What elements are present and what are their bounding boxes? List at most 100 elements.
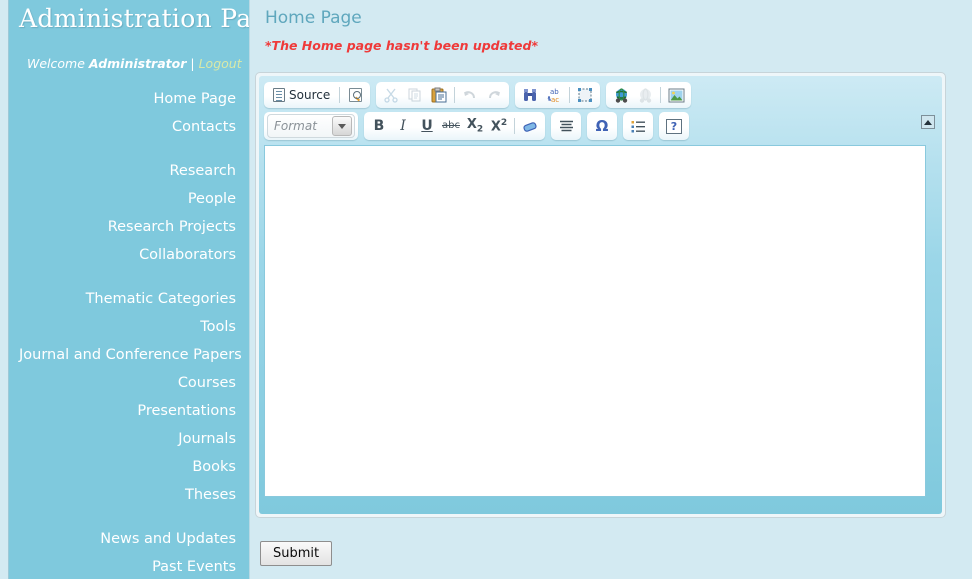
sidebar-item-research-projects[interactable]: Research Projects (19, 213, 238, 241)
undo-arrow-icon (464, 91, 476, 99)
sidebar-item-research[interactable]: Research (19, 157, 238, 185)
format-dropdown[interactable]: Format (267, 114, 355, 138)
replace-button[interactable]: ab ac (543, 84, 565, 106)
redo-arrow-icon (489, 91, 501, 99)
welcome-prefix: Welcome (27, 56, 85, 71)
globe-link-icon (615, 87, 627, 103)
superscript-icon: X2 (491, 117, 508, 133)
sidebar-item-courses[interactable]: Courses (19, 369, 238, 397)
sidebar: Administration Panel Welcome Administrat… (9, 0, 249, 579)
toolbar-divider (660, 87, 662, 103)
sidebar-item-tools[interactable]: Tools (19, 313, 238, 341)
superscript-button[interactable]: X2 (488, 115, 510, 137)
subscript-button[interactable]: X2 (464, 115, 486, 137)
redo-button[interactable] (483, 84, 505, 106)
toolbar-divider (454, 87, 456, 103)
chevron-up-icon (924, 119, 932, 125)
select-all-button[interactable] (574, 84, 596, 106)
toolbar-group-insert (606, 82, 692, 108)
editor-toolbar-row-2: Format B I U abc X2 X2 Ω ? (264, 111, 937, 141)
about-button[interactable]: ? (663, 115, 685, 137)
subscript-icon: X2 (467, 118, 483, 135)
logout-link[interactable]: Logout (199, 56, 242, 71)
sidebar-menu: Home Page Contacts Research People Research … (19, 85, 242, 579)
sidebar-item-journal-and-conference-papers[interactable]: Journal and Conference Papers (19, 341, 242, 369)
select-all-dashed-box-icon (578, 88, 593, 102)
sidebar-item-people[interactable]: People (19, 185, 238, 213)
welcome-admin-name: Administrator (88, 56, 187, 71)
menu-group-spacer (19, 141, 238, 157)
italic-button[interactable]: I (392, 115, 414, 137)
scissors-icon (384, 88, 398, 103)
chevron-down-icon (332, 116, 352, 136)
cut-button[interactable] (380, 84, 402, 106)
italic-icon: I (400, 118, 406, 134)
bulleted-list-button[interactable] (627, 115, 649, 137)
image-button[interactable] (665, 84, 687, 106)
strikethrough-icon: abc (442, 120, 460, 131)
admin-panel-page: Administration Panel Welcome Administrat… (0, 0, 972, 579)
toolbar-group-about: ? (659, 112, 689, 140)
preview-magnifier-icon (348, 88, 362, 102)
globe-unlink-icon (639, 87, 651, 103)
welcome-separator: | (190, 56, 195, 71)
unlink-button[interactable] (634, 84, 656, 106)
sidebar-item-home-page[interactable]: Home Page (19, 85, 238, 113)
underline-button[interactable]: U (416, 115, 438, 137)
toolbar-group-clipboard (376, 82, 510, 108)
help-question-icon: ? (666, 118, 682, 134)
bold-button[interactable]: B (368, 115, 390, 137)
sidebar-item-journals[interactable]: Journals (19, 425, 238, 453)
menu-group-spacer (19, 509, 238, 525)
menu-group-spacer (19, 269, 238, 285)
omega-special-character-icon: Ω (595, 116, 609, 135)
panel-title: Administration Panel (19, 4, 249, 33)
bulleted-list-icon (631, 120, 645, 132)
justify-button[interactable] (555, 115, 577, 137)
sidebar-item-collaborators[interactable]: Collaborators (19, 241, 238, 269)
svg-text:ab: ab (550, 88, 559, 96)
strikethrough-button[interactable]: abc (440, 115, 462, 137)
sidebar-item-contacts[interactable]: Contacts (19, 113, 238, 141)
sidebar-item-presentations[interactable]: Presentations (19, 397, 238, 425)
subscript-base: X (466, 116, 477, 132)
rich-text-editor: Source ab ac Format B I U abc X2 X2 Ω ? (255, 72, 946, 518)
collapse-toolbar-button[interactable] (921, 115, 935, 129)
undo-button[interactable] (459, 84, 481, 106)
welcome-bar: Welcome Administrator | Logout (19, 56, 242, 71)
format-dropdown-label: Format (274, 119, 317, 133)
eraser-icon (522, 121, 537, 132)
submit-button[interactable]: Submit (260, 541, 333, 566)
sidebar-outer: Administration Panel Welcome Administrat… (0, 0, 249, 579)
sidebar-item-past-events[interactable]: Past Events (19, 553, 238, 579)
link-button[interactable] (610, 84, 632, 106)
remove-format-button[interactable] (519, 115, 541, 137)
editor-toolbar-row-1: Source ab ac (264, 81, 937, 109)
status-message: *The Home page hasn't been updated* (265, 38, 539, 53)
picture-image-icon (668, 88, 685, 102)
preview-button[interactable] (344, 84, 366, 106)
paste-button[interactable] (428, 84, 450, 106)
underline-icon: U (421, 118, 433, 134)
editor-content-area[interactable] (264, 145, 926, 497)
superscript-index: 2 (500, 117, 508, 128)
source-document-icon (273, 88, 285, 102)
copy-button[interactable] (404, 84, 426, 106)
toolbar-group-basic-styles: B I U abc X2 X2 (364, 112, 545, 140)
copy-pages-icon (408, 88, 421, 102)
toolbar-divider (569, 87, 571, 103)
sidebar-item-thematic-categories[interactable]: Thematic Categories (19, 285, 238, 313)
sidebar-item-books[interactable]: Books (19, 453, 238, 481)
svg-text:ac: ac (551, 96, 559, 103)
editor-chrome: Source ab ac Format B I U abc X2 X2 Ω ? (259, 76, 942, 514)
binoculars-find-icon (524, 89, 537, 101)
source-button[interactable]: Source (268, 84, 335, 106)
sidebar-item-theses[interactable]: Theses (19, 481, 238, 509)
special-char-button[interactable]: Ω (591, 115, 613, 137)
toolbar-divider (339, 87, 341, 103)
find-button[interactable] (519, 84, 541, 106)
clipboard-paste-icon (431, 87, 447, 103)
toolbar-divider (514, 118, 515, 134)
sidebar-item-news-and-updates[interactable]: News and Updates (19, 525, 238, 553)
subscript-index: 2 (476, 124, 484, 135)
